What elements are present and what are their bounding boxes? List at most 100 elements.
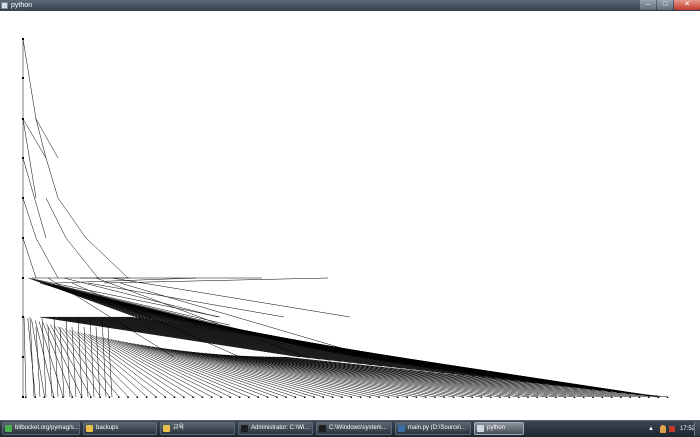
- node-marker: [462, 396, 464, 398]
- node-marker: [238, 396, 241, 398]
- taskbar-button-4[interactable]: Administrator: C:\Wi...: [238, 422, 313, 435]
- node-marker: [52, 396, 55, 398]
- taskbar-button-7[interactable]: python: [474, 422, 524, 435]
- taskbar-button-3[interactable]: 교육: [160, 422, 235, 435]
- show-hidden-icons-button[interactable]: ▲: [648, 422, 654, 436]
- window-title-bar[interactable]: python – □ ✕: [0, 0, 700, 11]
- taskbar-button-5[interactable]: C:\Windows\system...: [316, 422, 392, 435]
- node-marker: [322, 396, 325, 398]
- node-marker: [452, 396, 455, 398]
- node-marker: [99, 396, 101, 398]
- line-segment: [22, 157, 47, 239]
- node-marker: [601, 396, 604, 398]
- node-marker: [610, 396, 613, 398]
- window-title: python: [11, 2, 33, 9]
- node-marker: [220, 396, 222, 398]
- node-marker: [490, 396, 492, 398]
- line-segment: [71, 326, 77, 398]
- node-marker: [517, 396, 520, 398]
- node-marker: [173, 396, 176, 398]
- node-marker: [22, 316, 24, 318]
- node-marker: [118, 396, 120, 398]
- node-marker: [80, 396, 83, 398]
- minimize-button[interactable]: –: [640, 0, 656, 10]
- node-marker: [22, 277, 24, 279]
- line-segment: [110, 338, 241, 398]
- line-segment: [27, 318, 36, 398]
- taskbar-button-6[interactable]: main.py (D:\Source\...: [395, 422, 471, 435]
- editor-icon: [398, 425, 405, 432]
- line-segment: [85, 237, 129, 279]
- node-marker: [257, 396, 259, 398]
- node-marker: [313, 396, 315, 398]
- node-marker: [127, 396, 129, 398]
- node-marker: [71, 396, 73, 398]
- line-segment: [268, 356, 631, 398]
- line-segment: [129, 316, 661, 398]
- node-marker: [527, 396, 529, 398]
- taskbar-button-label: python: [487, 425, 506, 431]
- folder-icon: [86, 425, 93, 432]
- line-segment: [77, 316, 83, 398]
- drawing-canvas[interactable]: [0, 11, 700, 420]
- node-marker: [164, 396, 166, 398]
- node-marker: [369, 396, 371, 398]
- line-segment: [65, 237, 99, 279]
- console-icon: [319, 425, 326, 432]
- close-button[interactable]: ✕: [674, 0, 700, 10]
- node-marker: [424, 396, 427, 398]
- node-marker: [22, 396, 24, 398]
- node-marker: [43, 396, 46, 398]
- taskbar-button-label: 교육: [173, 425, 185, 431]
- system-tray: ▲ 17:52: [640, 422, 700, 436]
- line-segment: [45, 197, 67, 239]
- node-marker: [648, 396, 650, 398]
- node-marker: [22, 77, 24, 79]
- node-marker: [387, 396, 390, 398]
- taskbar-button-label: backups: [96, 425, 119, 431]
- node-marker: [211, 396, 213, 398]
- node-marker: [471, 396, 473, 398]
- taskbar-button-label: Administrator: C:\Wi...: [251, 425, 310, 431]
- taskbar-button-2[interactable]: backups: [83, 422, 157, 435]
- user-icon[interactable]: [660, 425, 666, 433]
- node-marker: [378, 396, 380, 398]
- node-marker: [183, 396, 185, 398]
- line-segment: [99, 336, 213, 398]
- node-marker: [192, 396, 194, 398]
- node-marker: [397, 396, 399, 398]
- line-segment: [22, 118, 37, 199]
- node-marker: [480, 396, 483, 398]
- node-marker: [62, 396, 64, 398]
- node-marker: [415, 396, 418, 398]
- taskbar-button-label: C:\Windows\system...: [329, 425, 387, 431]
- node-marker: [545, 396, 548, 398]
- python-window-icon: [1, 2, 8, 9]
- node-marker: [266, 396, 269, 398]
- taskbar-button-1[interactable]: bitbucket.org/pymag/s...: [2, 422, 80, 435]
- line-drawing: [22, 38, 669, 398]
- window-icon: [477, 425, 484, 432]
- node-marker: [536, 396, 538, 398]
- line-segment: [91, 316, 506, 381]
- node-marker: [108, 396, 111, 398]
- line-segment: [57, 197, 87, 239]
- node-marker: [657, 396, 659, 398]
- clock[interactable]: 17:52: [680, 422, 695, 436]
- line-segment: [65, 316, 71, 398]
- node-marker: [22, 38, 24, 40]
- node-marker: [638, 396, 641, 398]
- line-segment: [121, 341, 268, 398]
- node-marker: [34, 396, 36, 398]
- node-marker: [25, 396, 27, 398]
- node-marker: [304, 396, 306, 398]
- node-marker: [22, 237, 24, 239]
- line-segment: [22, 38, 37, 120]
- action-center-icon[interactable]: [669, 426, 675, 432]
- maximize-button[interactable]: □: [657, 0, 673, 10]
- node-marker: [22, 356, 24, 358]
- node-marker: [629, 396, 631, 398]
- show-desktop-button[interactable]: [694, 422, 700, 436]
- line-segment: [35, 237, 59, 279]
- line-segment: [22, 237, 37, 279]
